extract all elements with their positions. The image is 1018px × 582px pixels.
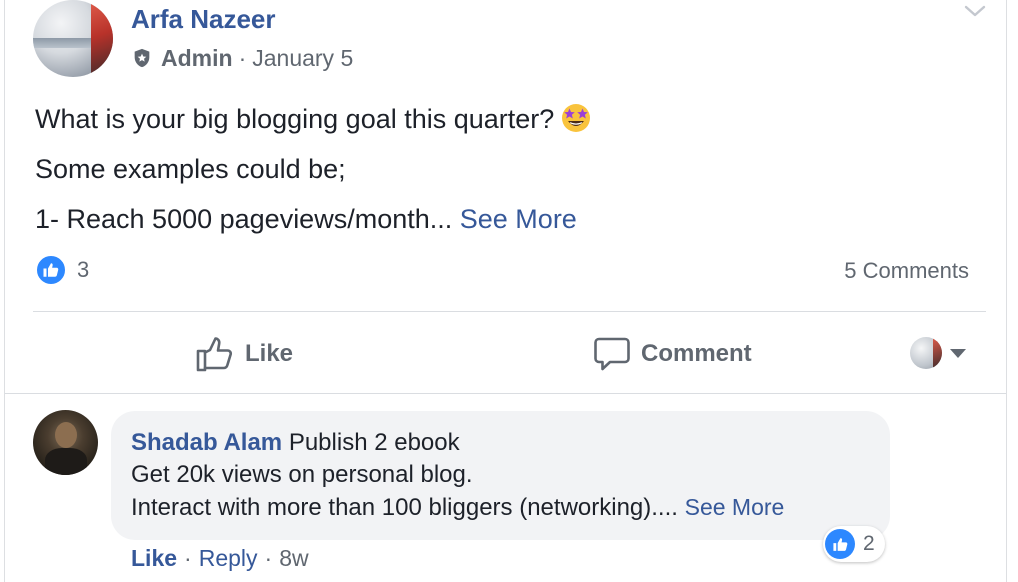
comment-reply-link[interactable]: Reply xyxy=(199,545,258,572)
post-author-role: Admin xyxy=(161,44,233,71)
divider xyxy=(33,311,986,312)
like-reaction-icon xyxy=(825,529,855,559)
post-card: Arfa Nazeer Admin · January 5 What is yo… xyxy=(4,0,1007,582)
post-line: Some examples could be; xyxy=(35,154,346,184)
star-struck-emoji-icon xyxy=(562,104,591,132)
post-reactions[interactable]: 3 xyxy=(35,254,89,286)
post-see-more-link[interactable]: See More xyxy=(460,204,577,234)
comment-like-link[interactable]: Like xyxy=(131,545,177,572)
post-line: 1- Reach 5000 pageviews/month... See Mor… xyxy=(35,204,577,234)
commenter-name[interactable]: Shadab Alam xyxy=(131,429,282,456)
comment-button-label: Comment xyxy=(641,340,752,367)
action-separator: · xyxy=(264,545,273,571)
post-author-name[interactable]: Arfa Nazeer xyxy=(131,4,276,35)
user-avatar xyxy=(910,337,942,369)
comment-reaction-count: 2 xyxy=(863,532,875,555)
author-avatar[interactable] xyxy=(33,0,113,77)
like-reaction-icon xyxy=(35,254,67,286)
section-divider xyxy=(5,393,1006,394)
comment-as-selector[interactable] xyxy=(910,337,966,369)
comment-timestamp[interactable]: 8w xyxy=(279,545,308,572)
comment-see-more-link[interactable]: See More xyxy=(685,494,785,520)
post-comments-count[interactable]: 5 Comments xyxy=(844,258,969,284)
meta-separator: · xyxy=(238,44,247,71)
comment-bubble: Shadab Alam Publish 2 ebook Get 20k view… xyxy=(111,411,890,540)
post-date[interactable]: January 5 xyxy=(252,45,353,72)
comment-actions: Like · Reply · 8w xyxy=(131,545,309,572)
caret-down-icon xyxy=(950,348,966,358)
admin-shield-icon xyxy=(134,48,150,68)
like-button[interactable]: Like xyxy=(195,332,293,376)
post-line: What is your big blogging goal this quar… xyxy=(35,94,975,144)
comment-line: Get 20k views on personal blog. xyxy=(131,461,473,488)
comment-reaction-badge[interactable]: 2 xyxy=(823,526,885,562)
commenter-avatar[interactable] xyxy=(33,410,98,475)
post-body: What is your big blogging goal this quar… xyxy=(35,94,975,244)
post-meta: Admin · January 5 xyxy=(131,45,353,71)
thumbs-up-outline-icon xyxy=(196,337,233,372)
like-button-label: Like xyxy=(245,340,294,367)
comment-line: Interact with more than 100 bliggers (ne… xyxy=(131,494,785,521)
post-reaction-count: 3 xyxy=(77,257,90,282)
comment-line: Shadab Alam Publish 2 ebook xyxy=(131,429,460,456)
chevron-down-icon[interactable] xyxy=(963,2,987,20)
action-separator: · xyxy=(184,545,192,571)
speech-bubble-icon xyxy=(594,337,630,371)
comment-button[interactable]: Comment xyxy=(593,332,752,376)
